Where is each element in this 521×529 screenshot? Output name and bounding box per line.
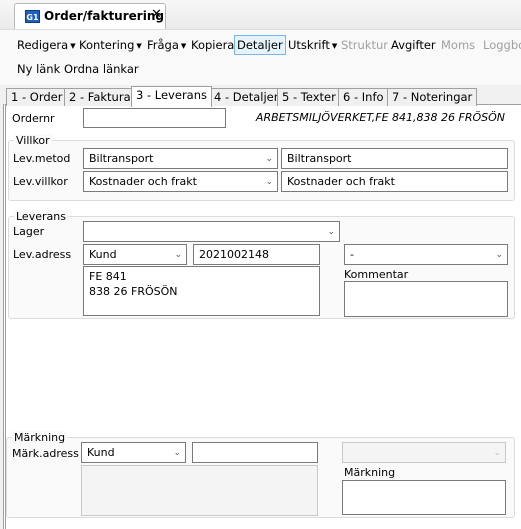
document-tab[interactable]: G1 Order/fakturering ✕ (14, 3, 166, 30)
mark-adress-label: Märk.adress (12, 447, 79, 460)
lev-villkor-label: Lev.villkor (13, 175, 68, 188)
tab-leverans[interactable]: 3 - Leverans (131, 86, 212, 107)
redigera-menu[interactable]: Redigera ▼ (14, 35, 79, 55)
chevron-down-icon: ⌄ (493, 448, 501, 458)
document-tab-title: Order/fakturering (44, 9, 164, 23)
tab-detaljer[interactable]: 4 - Detaljer (209, 88, 284, 106)
tab-faktura[interactable]: 2 - Faktura (64, 88, 136, 106)
tab-order[interactable]: 1 - Order (6, 88, 68, 106)
mark-adress-extra-select[interactable]: ⌄ (342, 442, 506, 463)
dropdown-arrow-icon: ▼ (331, 42, 338, 50)
dropdown-arrow-icon: ▼ (136, 42, 142, 50)
dropdown-arrow-icon: ▼ (70, 42, 76, 50)
ny-lank-button[interactable]: Ny länk (14, 59, 63, 79)
ordna-lankar-button[interactable]: Ordna länkar (61, 59, 142, 79)
lev-villkor-text[interactable]: Kostnader och frakt (281, 171, 508, 192)
chevron-down-icon: ⌄ (173, 448, 181, 458)
struktur-button[interactable]: Struktur (338, 35, 391, 55)
lev-adress-number-input[interactable]: 2021002148 (193, 244, 320, 265)
avgifter-button[interactable]: Avgifter (388, 35, 439, 55)
customer-info: ARBETSMILJÖVERKET,FE 841,838 26 FRÖSÖN (255, 111, 505, 124)
lev-metod-label: Lev.metod (13, 152, 71, 165)
lev-metod-text[interactable]: Biltransport (281, 148, 508, 169)
chevron-down-icon: ⌄ (265, 177, 273, 187)
kontering-menu[interactable]: Kontering ▼ (76, 35, 145, 55)
mark-adress-number-input[interactable] (192, 442, 318, 463)
mark-adress-type-select[interactable]: Kund ⌄ (81, 442, 186, 463)
utskrift-menu[interactable]: Utskrift ▼ (285, 35, 340, 55)
lager-select[interactable]: ⌄ (83, 221, 340, 242)
fraga-menu[interactable]: Fråga ▼ (144, 35, 189, 55)
ordernr-input[interactable] (83, 108, 226, 128)
lev-adress-extra-select[interactable]: - ⌄ (344, 244, 508, 265)
chevron-down-icon: ⌄ (495, 250, 503, 260)
tab-noteringar[interactable]: 7 - Noteringar (387, 88, 478, 106)
lev-adress-textarea[interactable]: FE 841 838 26 FRÖSÖN (83, 266, 320, 316)
detaljer-button[interactable]: Detaljer (234, 35, 286, 55)
dropdown-arrow-icon: ▼ (180, 42, 187, 50)
markning-input[interactable] (342, 480, 506, 515)
lev-villkor-select[interactable]: Kostnader och frakt ⌄ (83, 171, 278, 192)
kommentar-label: Kommentar (344, 268, 409, 281)
chevron-down-icon: ⌄ (265, 154, 273, 164)
app-logo-icon: G1 (25, 10, 40, 23)
kopiera-button[interactable]: Kopiera (188, 35, 237, 55)
loggbok-button[interactable]: Loggbo (480, 35, 521, 55)
tab-texter[interactable]: 5 - Texter (277, 88, 341, 106)
markning-title: Märkning (12, 431, 68, 444)
toolbar: Redigera ▼ Kontering ▼ Fråga ▼ Kopiera Deta… (0, 29, 521, 85)
kommentar-input[interactable] (344, 281, 508, 317)
mark-adress-textarea[interactable] (81, 465, 318, 516)
lev-adress-type-select[interactable]: Kund ⌄ (83, 244, 187, 265)
leverans-title: Leverans (14, 210, 68, 223)
tab-info[interactable]: 6 - Info (338, 88, 389, 106)
chevron-down-icon: ⌄ (174, 250, 182, 260)
lager-label: Lager (13, 225, 45, 238)
lev-adress-label: Lev.adress (13, 248, 72, 261)
close-icon[interactable]: ✕ (151, 7, 162, 22)
tab-strip: G1 Order/fakturering ✕ (0, 0, 521, 30)
villkor-title: Villkor (14, 134, 52, 147)
lev-metod-select[interactable]: Biltransport ⌄ (83, 148, 278, 169)
moms-button[interactable]: Moms (438, 35, 478, 55)
ordernr-label: Ordernr (12, 112, 55, 125)
markning-label: Märkning (344, 466, 396, 479)
chevron-down-icon: ⌄ (327, 227, 335, 237)
